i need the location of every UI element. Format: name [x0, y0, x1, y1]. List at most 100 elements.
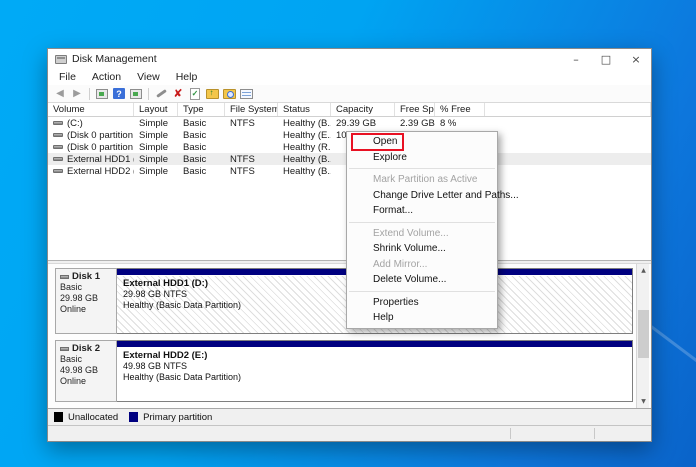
disk-icon: [60, 274, 69, 279]
statusbar-divider: [510, 428, 511, 439]
volume-icon: [53, 133, 63, 137]
status-bar: [48, 425, 651, 441]
column-header-status[interactable]: Status: [278, 103, 331, 116]
partition-context-menu: Open Explore Mark Partition as Active Ch…: [346, 131, 519, 329]
column-header-capacity[interactable]: Capacity: [331, 103, 395, 116]
volume-icon: [53, 121, 63, 125]
column-header-file-system[interactable]: File System: [225, 103, 278, 116]
disk-icon: [60, 346, 69, 351]
column-header-pct-free[interactable]: % Free: [435, 103, 485, 116]
menu-help[interactable]: Help: [168, 71, 206, 83]
delete-x-icon[interactable]: ✘: [171, 87, 185, 100]
back-icon[interactable]: ◀: [53, 87, 67, 100]
volume-name: (Disk 0 partition 1): [67, 129, 134, 141]
cell-fs: NTFS: [230, 117, 255, 129]
cell-status: Healthy (B...: [283, 165, 331, 177]
toolbar-separator: [148, 87, 149, 100]
report-check-icon[interactable]: ✓: [188, 87, 202, 100]
title-bar[interactable]: Disk Management – □ ×: [48, 49, 651, 69]
legend-label-unallocated: Unallocated: [68, 411, 119, 423]
screwdriver-icon[interactable]: [154, 87, 168, 100]
menu-separator: [349, 290, 495, 292]
menu-item-format[interactable]: Format...: [347, 203, 497, 219]
cell-status: Healthy (B...: [283, 153, 331, 165]
menu-item-explore[interactable]: Explore: [347, 150, 497, 166]
menu-item-delete-volume[interactable]: Delete Volume...: [347, 272, 497, 288]
disk-status: Online: [60, 304, 87, 314]
desktop-background: Disk Management – □ × File Action View H…: [0, 0, 696, 467]
disk-1-header[interactable]: Disk 1 Basic 29.98 GB Online: [55, 268, 117, 334]
cell-type: Basic: [183, 165, 207, 177]
menu-separator: [349, 221, 495, 223]
disk-size: 49.98 GB: [60, 365, 99, 375]
menu-item-change-drive-letter[interactable]: Change Drive Letter and Paths...: [347, 188, 519, 204]
disk-management-window: Disk Management – □ × File Action View H…: [47, 48, 652, 442]
folder-search-icon[interactable]: [222, 87, 236, 100]
menu-item-help[interactable]: Help: [347, 310, 497, 326]
volume-name: (Disk 0 partition 4): [67, 141, 134, 153]
cell-status: Healthy (B...: [283, 117, 331, 129]
column-header-volume[interactable]: Volume: [48, 103, 134, 116]
console-window-icon[interactable]: [95, 87, 109, 100]
cell-layout: Simple: [139, 141, 169, 153]
disk-type: Basic: [60, 282, 83, 292]
partition-size: 49.98 GB NTFS: [123, 361, 188, 371]
disk-size: 29.98 GB: [60, 293, 99, 303]
window-title: Disk Management: [72, 53, 157, 65]
cell-status: Healthy (R...: [283, 141, 331, 153]
cell-layout: Simple: [139, 129, 169, 141]
legend-bar: Unallocated Primary partition: [48, 408, 651, 425]
menu-action[interactable]: Action: [84, 71, 129, 83]
menu-item-properties[interactable]: Properties: [347, 295, 497, 311]
help-icon[interactable]: ?: [112, 87, 126, 100]
disk-2-header[interactable]: Disk 2 Basic 49.98 GB Online: [55, 340, 117, 402]
cell-free: 2.39 GB: [400, 117, 435, 129]
cell-type: Basic: [183, 141, 207, 153]
scroll-down-icon[interactable]: ▼: [637, 395, 650, 408]
scrollbar-thumb[interactable]: [638, 310, 649, 358]
legend-label-primary: Primary partition: [143, 411, 213, 423]
menu-separator: [349, 168, 495, 169]
cell-capacity: 29.39 GB: [336, 117, 377, 129]
cell-pct-free: 8 %: [440, 117, 457, 129]
volume-list-header: Volume Layout Type File System Status Ca…: [48, 103, 651, 117]
column-header-layout[interactable]: Layout: [134, 103, 178, 116]
cell-layout: Simple: [139, 117, 169, 129]
column-header-free-space[interactable]: Free Spa...: [395, 103, 435, 116]
volume-icon: [53, 169, 63, 173]
menu-view[interactable]: View: [129, 71, 168, 83]
disk-status: Online: [60, 376, 87, 386]
monitor-icon[interactable]: [129, 87, 143, 100]
maximize-button[interactable]: □: [591, 49, 621, 69]
statusbar-divider: [594, 428, 595, 439]
unallocated-swatch: [54, 412, 63, 422]
column-header-filler: [485, 103, 651, 116]
menu-item-open[interactable]: Open: [347, 133, 497, 151]
folder-up-icon[interactable]: [205, 87, 219, 100]
minimize-button[interactable]: –: [561, 49, 591, 69]
menu-bar: File Action View Help: [48, 69, 651, 85]
disk-2-partition[interactable]: External HDD2 (E:) 49.98 GB NTFS Healthy…: [117, 340, 633, 402]
menu-file[interactable]: File: [51, 71, 84, 83]
disk-type: Basic: [60, 354, 83, 364]
vertical-scrollbar[interactable]: ▲ ▼: [636, 264, 649, 408]
cell-type: Basic: [183, 153, 207, 165]
details-view-icon[interactable]: [239, 87, 253, 100]
primary-partition-bar: [117, 341, 632, 348]
cell-type: Basic: [183, 129, 207, 141]
cell-type: Basic: [183, 117, 207, 129]
close-button[interactable]: ×: [621, 49, 651, 69]
cell-layout: Simple: [139, 165, 169, 177]
scroll-up-icon[interactable]: ▲: [637, 264, 650, 277]
cell-layout: Simple: [139, 153, 169, 165]
table-row[interactable]: (C:) Simple Basic NTFS Healthy (B... 29.…: [48, 117, 651, 129]
disk-management-icon: [55, 54, 67, 64]
menu-item-mark-partition-active: Mark Partition as Active: [373, 174, 478, 185]
disk-2-group: Disk 2 Basic 49.98 GB Online External HD…: [55, 340, 633, 402]
menu-item-shrink-volume[interactable]: Shrink Volume...: [347, 241, 497, 257]
primary-partition-swatch: [129, 412, 139, 422]
column-header-type[interactable]: Type: [178, 103, 225, 116]
volume-icon: [53, 145, 63, 149]
forward-icon[interactable]: ▶: [70, 87, 84, 100]
menu-item-add-mirror: Add Mirror...: [373, 258, 428, 270]
